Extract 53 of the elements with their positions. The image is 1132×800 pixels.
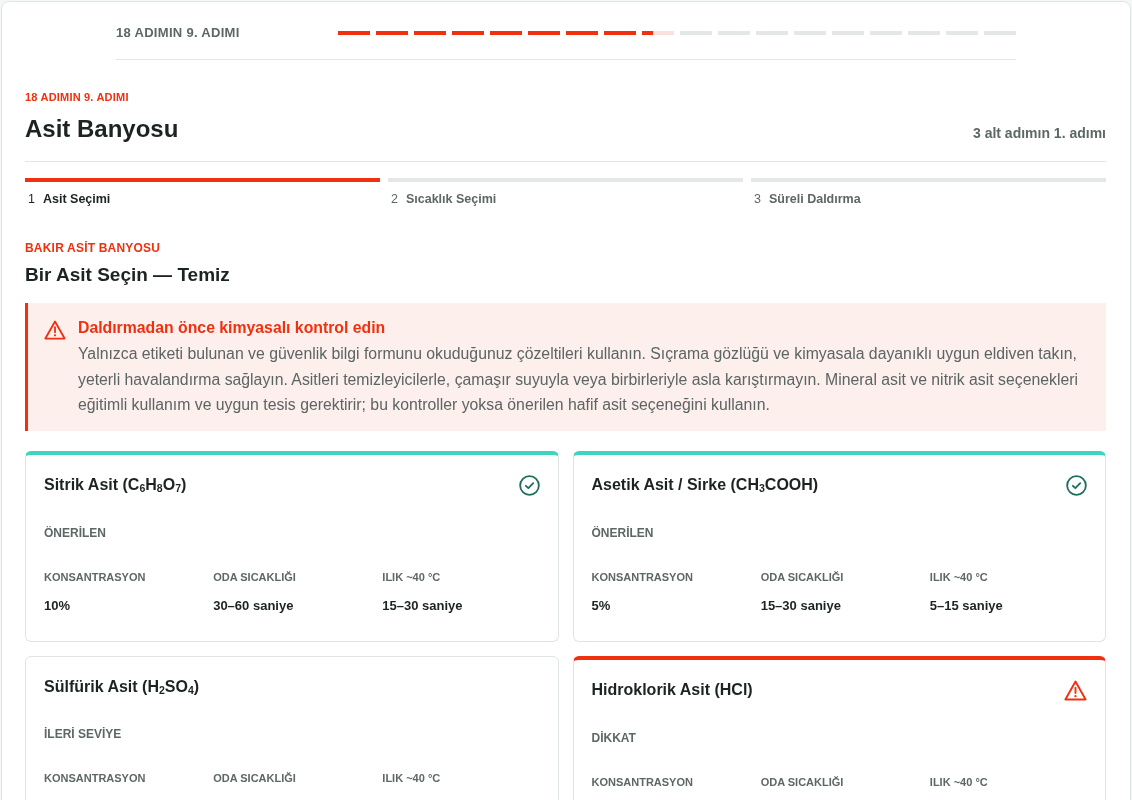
substep-tab[interactable]: 3 Süreli Daldırma <box>751 178 1106 207</box>
acid-name: Sülfürik Asit (H$_{2}$SO$_{4}$) <box>44 676 200 697</box>
page-title: Asit Banyosu <box>25 114 179 144</box>
stat-label: KONSANTRASYON <box>44 770 146 785</box>
stat-value: 10% <box>44 596 71 615</box>
acid-name: Sitrik Asit (C$_{6}$H$_{8}$O$_{7}$) <box>44 475 187 495</box>
progress-segment <box>376 31 408 35</box>
section-title: Bir Asit Seçin — Temiz <box>25 263 230 287</box>
stat-label: ILIK ~40 °C <box>929 569 988 584</box>
warning-icon <box>44 320 66 340</box>
safety-level-label: ÖNERİLEN <box>591 524 654 541</box>
step-counter: 18 ADIMIN 9. ADIMI <box>116 25 240 41</box>
alert-text: Yalnızca etiketi bulunan ve güvenlik bilgi formunu okuduğunuz çözeltileri kullanın. Sıçrama gözlüğü ve kimyasala dayanıklı uygun eldiven takın, yeterli havalandırma sağlayın. Asitleri temizleyicilerle, çamaşır suyuyla veya birbirleriyle asla karıştırmayın. Mineral asit ve nitrik asit seçenekleri eğitimli kullanım ve uygun tesis gerektirir; bu kontroller yoksa önerilen hafif asit seçeneğini kullanın. <box>78 344 1079 415</box>
check-circle-icon <box>1066 474 1087 496</box>
acid-name: Asetik Asit / Sirke (CH$_{3}$COOH) <box>591 475 819 495</box>
stat-label: KONSANTRASYON <box>44 569 146 584</box>
progress-segment <box>604 31 636 35</box>
acid-option-card[interactable]: Sülfürik Asit (H$_{2}$SO$_{4}$) İLERİ SEVİYE KONSANTRASYON ODA SICAKLIĞI ILIK ~40 °C <box>25 655 559 800</box>
stat-label: KONSANTRASYON <box>591 569 693 584</box>
safety-level-label: DİKKAT <box>591 729 636 746</box>
stat-label: ODA SICAKLIĞI <box>213 569 296 584</box>
stat-value: 30–60 saniye <box>213 596 294 615</box>
stat-label: ILIK ~40 °C <box>929 774 988 789</box>
stat-label: ILIK ~40 °C <box>382 569 441 584</box>
step-eyebrow: 18 ADIMIN 9. ADIMI <box>25 90 129 105</box>
progress-segment <box>490 31 522 35</box>
section-eyebrow: BAKIR ASİT BANYOSU <box>25 241 161 256</box>
progress-segment <box>566 31 598 35</box>
stat-label: ODA SICAKLIĞI <box>760 569 844 584</box>
stat-label: ODA SICAKLIĞI <box>760 774 844 789</box>
acid-option-card[interactable]: Hidroklorik Asit (HCl) DİKKAT KONSANTRASYON ODA SICAKLIĞI ILIK ~40 °C <box>572 655 1106 800</box>
warning-icon <box>1064 679 1087 701</box>
acid-option-card[interactable]: Asetik Asit / Sirke (CH$_{3}$COOH) ÖNERİLEN KONSANTRASYON 5% ODA SICAKLIĞI 15–30 saniye ILIK ~40 °C 5–15 saniye <box>572 450 1106 642</box>
stat-label: ODA SICAKLIĞI <box>213 770 296 785</box>
substep-tab[interactable]: 2 Sıcaklık Seçimi <box>388 178 743 207</box>
check-circle-icon <box>518 474 540 496</box>
progress-segment <box>528 31 560 35</box>
stat-value: 15–30 saniye <box>760 596 841 615</box>
stat-value: 15–30 saniye <box>382 596 463 615</box>
acid-option-card[interactable]: Sitrik Asit (C$_{6}$H$_{8}$O$_{7}$) ÖNERİLEN KONSANTRASYON 10% ODA SICAKLIĞI 30–60 saniye ILIK ~40 °C 15–30 saniye <box>25 450 559 642</box>
alert-title: Daldırmadan önce kimyasalı kontrol edin <box>78 318 386 338</box>
stat-label: ILIK ~40 °C <box>382 770 441 785</box>
acid-name: Hidroklorik Asit (HCl) <box>591 680 753 700</box>
progress-segment <box>338 31 370 35</box>
progress-segment <box>414 31 446 35</box>
progress-segment <box>452 31 484 35</box>
substep-tab[interactable]: 1 Asit Seçimi <box>25 178 380 207</box>
stat-value: 5–15 saniye <box>929 596 1003 615</box>
safety-level-label: ÖNERİLEN <box>44 524 106 541</box>
stat-value: 5% <box>591 596 611 615</box>
substep-counter: 3 alt adımın 1. adımı <box>972 125 1106 142</box>
stat-label: KONSANTRASYON <box>591 774 693 789</box>
safety-level-label: İLERİ SEVİYE <box>44 725 122 742</box>
